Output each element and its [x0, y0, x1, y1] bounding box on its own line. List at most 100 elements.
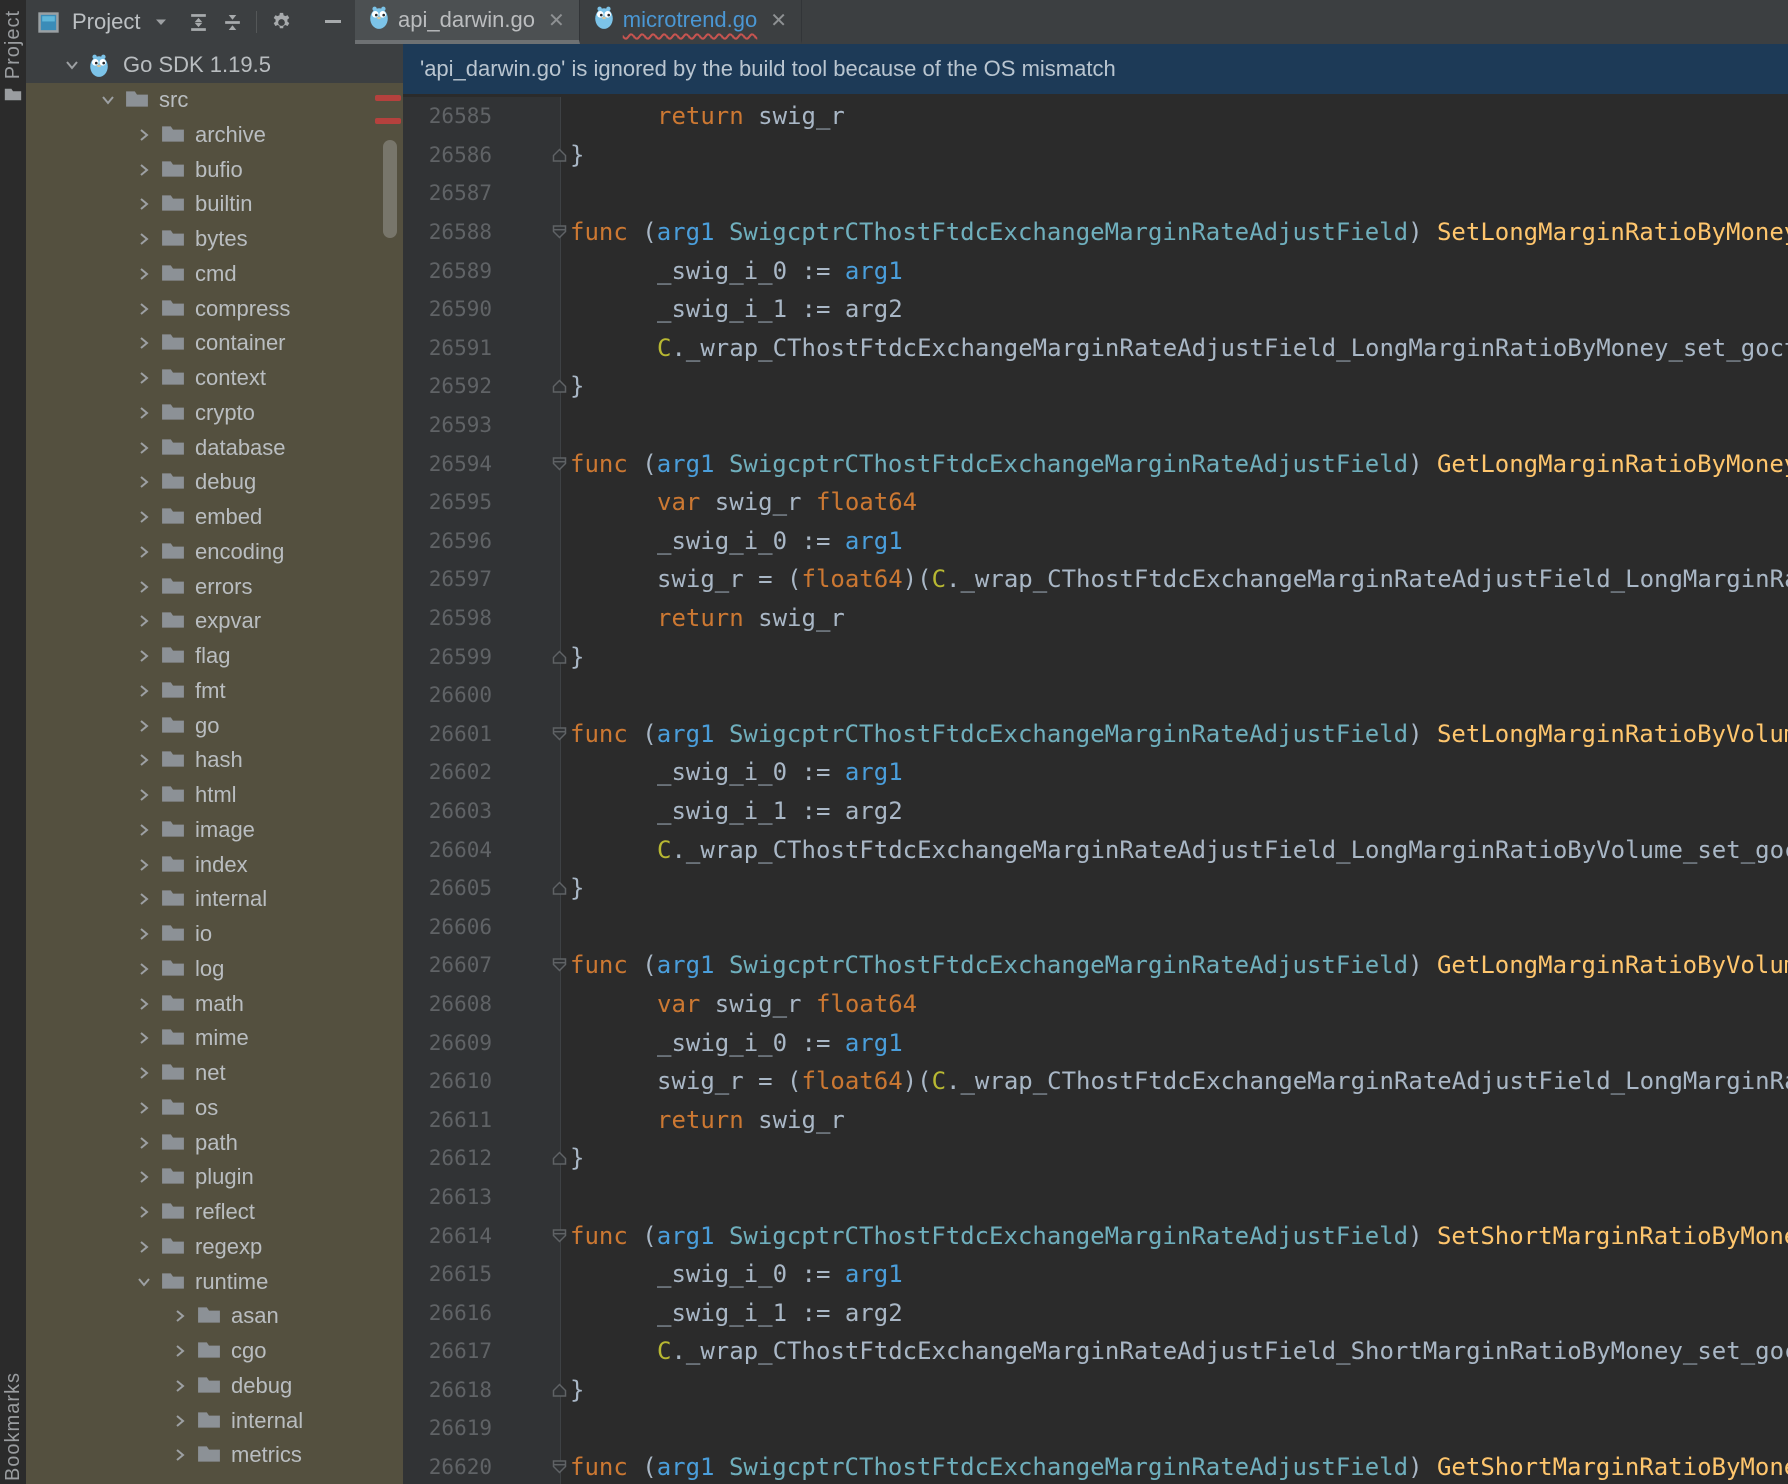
chevron-right-icon[interactable]: [136, 335, 152, 351]
tree-item-reflect[interactable]: reflect: [26, 1195, 403, 1230]
tab-close-icon[interactable]: ✕: [770, 8, 787, 33]
code-line-26594[interactable]: 26594 func (arg1 SwigcptrCThostFtdcExcha…: [403, 444, 1788, 483]
chevron-right-icon[interactable]: [136, 1274, 152, 1290]
code-line-26590[interactable]: 26590 _swig_i_1 := arg2: [403, 289, 1788, 329]
tree-item-database[interactable]: database: [26, 430, 403, 465]
code-line-26618[interactable]: 26618 }: [403, 1370, 1788, 1410]
code-line-26585[interactable]: 26585 return swig_r: [403, 97, 1788, 136]
chevron-right-icon[interactable]: [136, 1135, 152, 1151]
fold-region-end-icon[interactable]: [551, 880, 568, 897]
chevron-right-icon[interactable]: [136, 1065, 152, 1081]
code-line-26593[interactable]: 26593: [403, 405, 1788, 445]
code-line-26620[interactable]: 26620 func (arg1 SwigcptrCThostFtdcExcha…: [403, 1447, 1788, 1484]
chevron-right-icon[interactable]: [136, 857, 152, 873]
tree-item-debug[interactable]: debug: [26, 465, 403, 500]
chevron-right-icon[interactable]: [136, 1204, 152, 1220]
code-line-26605[interactable]: 26605 }: [403, 868, 1788, 908]
chevron-right-icon[interactable]: [136, 648, 152, 664]
chevron-right-icon[interactable]: [136, 961, 152, 977]
tree-item-image[interactable]: image: [26, 813, 403, 848]
chevron-right-icon[interactable]: [136, 1030, 152, 1046]
fold-region-start-icon[interactable]: [551, 957, 568, 974]
tree-scrollbar-thumb[interactable]: [383, 140, 397, 238]
hide-panel-icon[interactable]: [325, 20, 341, 24]
tree-item-compress[interactable]: compress: [26, 291, 403, 326]
tree-item-plugin[interactable]: plugin: [26, 1160, 403, 1195]
tree-item-index[interactable]: index: [26, 847, 403, 882]
chevron-right-icon[interactable]: [172, 1447, 188, 1463]
tree-item-internal[interactable]: internal: [26, 882, 403, 917]
chevron-right-icon[interactable]: [136, 162, 152, 178]
tree-item-debug[interactable]: debug: [26, 1369, 403, 1404]
tree-item-os[interactable]: os: [26, 1091, 403, 1126]
chevron-right-icon[interactable]: [136, 1169, 152, 1185]
chevron-right-icon[interactable]: [136, 301, 152, 317]
tree-item-flag[interactable]: flag: [26, 639, 403, 674]
chevron-right-icon[interactable]: [172, 1343, 188, 1359]
tree-item-cmd[interactable]: cmd: [26, 257, 403, 292]
code-line-26616[interactable]: 26616 _swig_i_1 := arg2: [403, 1293, 1788, 1332]
chevron-right-icon[interactable]: [136, 509, 152, 525]
tree-item-net[interactable]: net: [26, 1056, 403, 1091]
stripe-button-bookmarks[interactable]: Bookmarks: [0, 1372, 26, 1484]
chevron-right-icon[interactable]: [136, 1239, 152, 1255]
chevron-right-icon[interactable]: [172, 1308, 188, 1324]
chevron-right-icon[interactable]: [136, 231, 152, 247]
chevron-right-icon[interactable]: [136, 891, 152, 907]
chevron-right-icon[interactable]: [136, 440, 152, 456]
code-line-26587[interactable]: 26587: [403, 174, 1788, 213]
chevron-right-icon[interactable]: [136, 474, 152, 490]
editor-tab-microtrend.go[interactable]: microtrend.go ✕: [580, 0, 803, 44]
chevron-right-icon[interactable]: [136, 787, 152, 803]
fold-region-start-icon[interactable]: [551, 1227, 568, 1244]
fold-region-end-icon[interactable]: [551, 1381, 568, 1398]
chevron-right-icon[interactable]: [136, 683, 152, 699]
code-line-26610[interactable]: 26610 swig_r = (float64)(C._wrap_CThostFt…: [403, 1061, 1788, 1101]
code-line-26601[interactable]: 26601 func (arg1 SwigcptrCThostFtdcExcha…: [403, 714, 1788, 754]
tree-item-internal[interactable]: internal: [26, 1403, 403, 1438]
chevron-down-icon[interactable]: [153, 14, 169, 30]
tree-item-regexp[interactable]: regexp: [26, 1230, 403, 1265]
chevron-right-icon[interactable]: [136, 718, 152, 734]
tree-item-go-sdk-1-19-5[interactable]: Go SDK 1.19.5: [26, 48, 403, 83]
code-line-26606[interactable]: 26606: [403, 907, 1788, 947]
fold-region-start-icon[interactable]: [551, 1459, 568, 1476]
tree-item-embed[interactable]: embed: [26, 500, 403, 535]
chevron-right-icon[interactable]: [136, 370, 152, 386]
tree-item-bytes[interactable]: bytes: [26, 222, 403, 257]
tree-item-go[interactable]: go: [26, 708, 403, 743]
code-line-26612[interactable]: 26612 }: [403, 1139, 1788, 1178]
tree-item-context[interactable]: context: [26, 361, 403, 396]
fold-region-start-icon[interactable]: [551, 725, 568, 742]
chevron-right-icon[interactable]: [136, 544, 152, 560]
chevron-right-icon[interactable]: [64, 57, 80, 73]
tree-item-hash[interactable]: hash: [26, 743, 403, 778]
chevron-right-icon[interactable]: [136, 127, 152, 143]
tree-item-archive[interactable]: archive: [26, 118, 403, 153]
tree-item-cgo[interactable]: cgo: [26, 1334, 403, 1369]
code-line-26596[interactable]: 26596 _swig_i_0 := arg1: [403, 521, 1788, 561]
collapse-all-icon[interactable]: [222, 12, 243, 33]
tree-item-expvar[interactable]: expvar: [26, 604, 403, 639]
code-line-26592[interactable]: 26592 }: [403, 367, 1788, 406]
tree-item-src[interactable]: src: [26, 83, 403, 118]
tree-item-fmt[interactable]: fmt: [26, 674, 403, 709]
code-line-26615[interactable]: 26615 _swig_i_0 := arg1: [403, 1254, 1788, 1294]
stripe-button-project[interactable]: Project: [0, 10, 26, 107]
code-line-26609[interactable]: 26609 _swig_i_0 := arg1: [403, 1023, 1788, 1062]
code-line-26598[interactable]: 26598 return swig_r: [403, 598, 1788, 638]
chevron-right-icon[interactable]: [172, 1413, 188, 1429]
tree-item-crypto[interactable]: crypto: [26, 396, 403, 431]
chevron-right-icon[interactable]: [136, 405, 152, 421]
tree-item-path[interactable]: path: [26, 1125, 403, 1160]
fold-region-end-icon[interactable]: [551, 1150, 568, 1167]
fold-region-start-icon[interactable]: [551, 455, 568, 472]
tree-item-math[interactable]: math: [26, 986, 403, 1021]
tree-item-log[interactable]: log: [26, 952, 403, 987]
tree-item-builtin[interactable]: builtin: [26, 187, 403, 222]
tree-item-container[interactable]: container: [26, 326, 403, 361]
tree-item-html[interactable]: html: [26, 778, 403, 813]
fold-region-end-icon[interactable]: [551, 378, 568, 395]
code-area[interactable]: 26585 return swig_r 26586 } 26587 26588 func…: [403, 97, 1788, 1484]
code-line-26599[interactable]: 26599 }: [403, 637, 1788, 676]
